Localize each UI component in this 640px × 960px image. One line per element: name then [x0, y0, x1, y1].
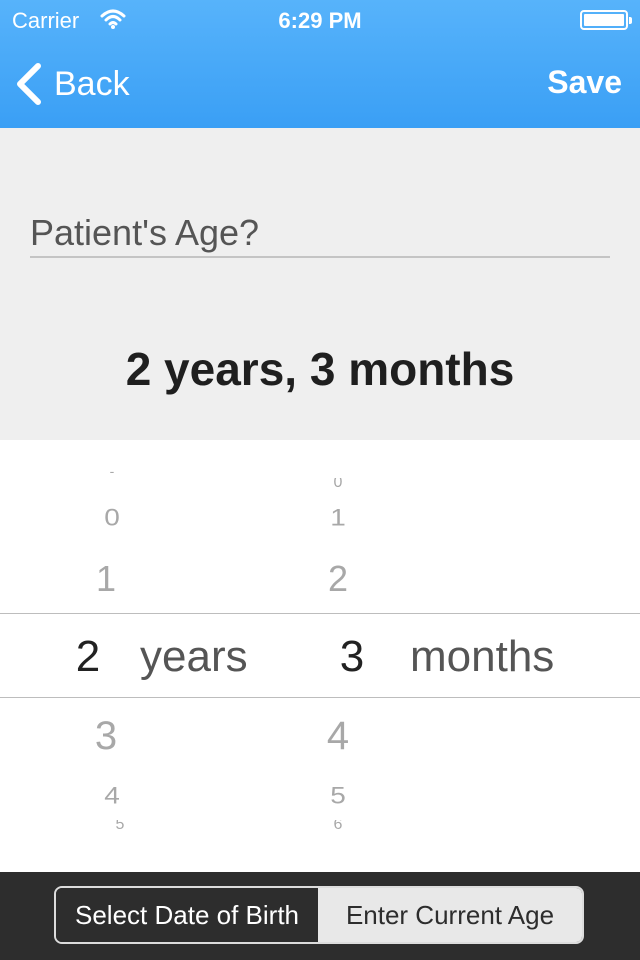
months-unit-label: months	[410, 632, 555, 681]
segment-select-date-of-birth[interactable]: Select Date of Birth	[56, 888, 318, 942]
age-question-field[interactable]: Patient's Age?	[30, 212, 610, 258]
years-wheel-item[interactable]: -	[72, 464, 152, 478]
picker-selection-bottom-line	[0, 697, 640, 698]
navigation-bar: Carrier 6:29 PM Back Save	[0, 0, 640, 128]
months-wheel-selected[interactable]: 3	[312, 632, 392, 682]
years-wheel-item[interactable]: 0	[72, 504, 152, 531]
back-button[interactable]: Back	[14, 60, 130, 108]
battery-icon	[580, 10, 632, 30]
age-picker[interactable]: - 0 1 2 years 3 4 5 0 1 2 3 months 4 5 6	[0, 440, 640, 872]
input-mode-segmented-control[interactable]: Select Date of Birth Enter Current Age	[54, 886, 584, 944]
back-label: Back	[54, 64, 130, 103]
chevron-left-icon	[17, 63, 41, 105]
years-wheel-item[interactable]: 1	[66, 558, 146, 600]
bottom-toolbar: Select Date of Birth Enter Current Age	[0, 872, 640, 960]
age-summary-panel: Patient's Age? 2 years, 3 months	[0, 128, 640, 440]
save-button[interactable]: Save	[547, 64, 622, 101]
years-wheel-item[interactable]: 5	[80, 820, 160, 832]
months-wheel-item[interactable]: 4	[298, 714, 378, 759]
months-wheel-item[interactable]: 1	[298, 504, 378, 531]
status-bar: Carrier 6:29 PM	[0, 0, 640, 40]
segment-enter-current-age[interactable]: Enter Current Age	[318, 888, 582, 942]
clock-label: 6:29 PM	[278, 8, 362, 33]
age-question-label: Patient's Age?	[30, 212, 260, 253]
months-wheel-item[interactable]: 0	[298, 478, 378, 490]
picker-selection-top-line	[0, 613, 640, 614]
months-wheel-item[interactable]: 5	[298, 782, 378, 809]
months-wheel-item[interactable]: 6	[298, 820, 378, 832]
years-wheel-item[interactable]: 4	[72, 782, 152, 809]
age-display: 2 years, 3 months	[125, 343, 515, 395]
years-unit-label: years	[140, 632, 248, 681]
months-wheel-item[interactable]: 2	[298, 558, 378, 600]
years-wheel-selected[interactable]: 2	[48, 632, 128, 682]
years-wheel-item[interactable]: 3	[66, 714, 146, 759]
